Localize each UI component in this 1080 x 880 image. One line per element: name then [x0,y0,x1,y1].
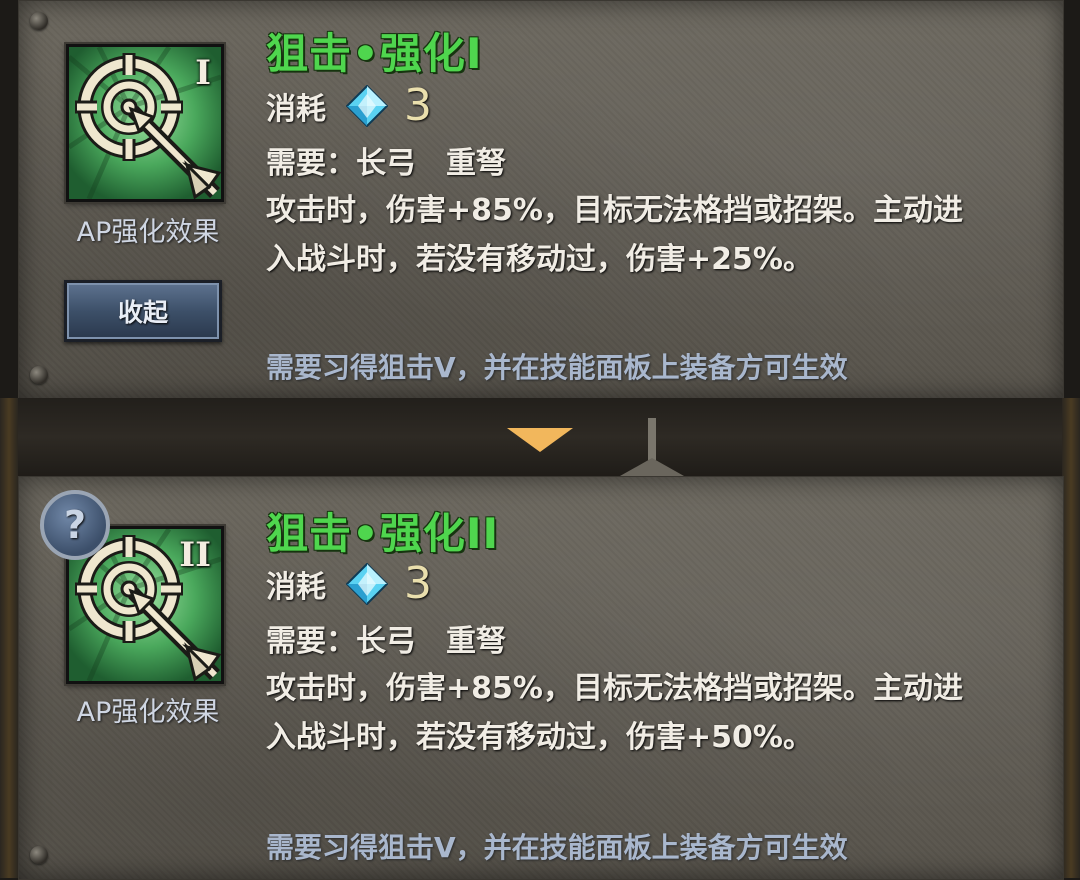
ap-effect-label: AP强化效果 [76,697,220,728]
divider-tip [620,458,684,476]
requirement-text: 需要：长弓 重弩 [266,624,506,659]
divider-post [648,418,656,460]
skill-description: 攻击时，伤害+85%，目标无法格挡或招架。主动进入战斗时，若没有移动过，伤害+5… [266,671,963,755]
cost-row: 消耗 3 [266,80,432,131]
skill-description: 攻击时，伤害+85%，目标无法格挡或招架。主动进入战斗时，若没有移动过，伤害+2… [266,193,963,277]
question-mark-icon: ? [63,503,87,547]
rivet [30,366,48,384]
cost-label: 消耗 [266,569,326,605]
frame-ornament-right [1062,398,1080,878]
unlock-note: 需要习得狙击V，并在技能面板上装备方可生效 [266,351,848,384]
ap-effect-label: AP强化效果 [76,217,220,248]
cost-value: 3 [404,80,432,131]
rivet [30,12,48,30]
requirement-text: 需要：长弓 重弩 [266,146,506,181]
cost-label: 消耗 [266,91,326,127]
cost-value: 3 [404,558,432,609]
cost-row: 消耗 3 [266,558,432,609]
skill-title: 狙击•强化II [266,509,500,558]
skill-title: 狙击•强化I [266,29,483,78]
tier-mark: II [179,535,211,575]
help-button[interactable]: ? [40,490,110,560]
unlock-note: 需要习得狙击V，并在技能面板上装备方可生效 [266,831,848,864]
tier-mark: I [195,53,211,93]
rivet [30,846,48,864]
expand-arrow-icon [507,428,573,452]
diamond-gem-icon [346,562,388,605]
skill-icon-tier-1: I [66,44,224,202]
frame-ornament-left [0,398,18,878]
diamond-gem-icon [346,84,388,127]
collapse-button[interactable]: 收起 [64,280,222,342]
